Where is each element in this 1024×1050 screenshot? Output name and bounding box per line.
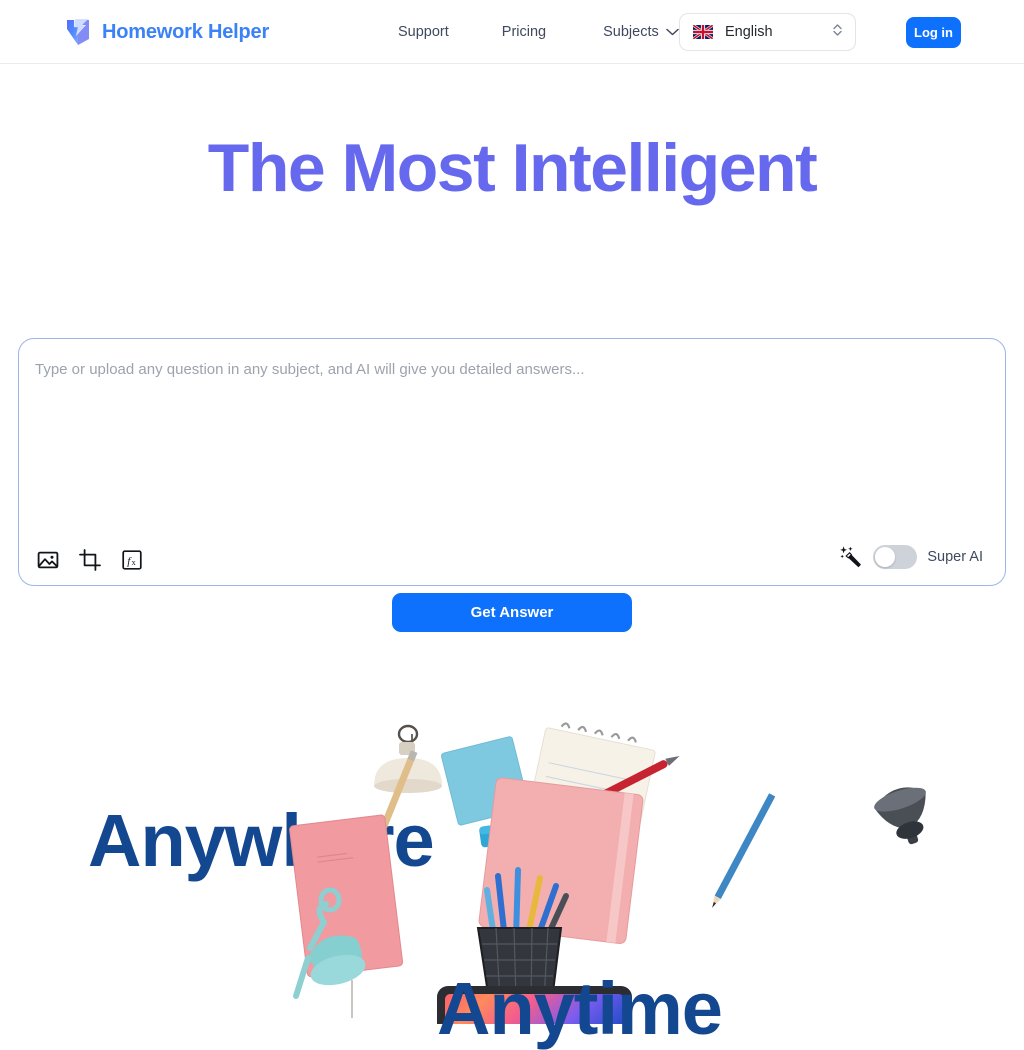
nav-item-label: Pricing bbox=[501, 24, 547, 40]
composer-toolbar: f x bbox=[37, 549, 143, 571]
nav-item-label: Subjects bbox=[603, 24, 659, 40]
super-ai-toggle[interactable] bbox=[873, 545, 918, 569]
logo-flag-icon bbox=[64, 16, 92, 48]
language-value: English bbox=[725, 24, 773, 40]
svg-text:x: x bbox=[132, 558, 136, 567]
chevron-down-icon bbox=[666, 24, 679, 40]
showcase-word-anytime: Anytime bbox=[437, 967, 723, 1050]
toggle-knob bbox=[875, 547, 896, 567]
nav-item-support[interactable]: Support bbox=[398, 24, 449, 40]
main-nav: Support Pricing Subjects bbox=[398, 0, 679, 64]
image-upload-icon[interactable] bbox=[37, 549, 59, 571]
nav-item-pricing[interactable]: Pricing bbox=[502, 24, 546, 40]
super-ai-label: Super AI bbox=[927, 549, 983, 565]
nav-item-subjects[interactable]: Subjects bbox=[603, 24, 679, 40]
formula-icon[interactable]: f x bbox=[121, 549, 143, 571]
blue-pencil bbox=[712, 793, 776, 908]
chevron-updown-icon bbox=[832, 22, 843, 43]
crop-icon[interactable] bbox=[79, 549, 101, 571]
get-answer-button[interactable]: Get Answer bbox=[392, 593, 632, 632]
page-title: The Most Intelligent bbox=[207, 130, 818, 206]
question-input-placeholder[interactable]: Type or upload any question in any subje… bbox=[35, 361, 585, 378]
black-clip-lamp bbox=[874, 787, 926, 845]
language-selector[interactable]: English bbox=[679, 13, 856, 51]
site-header: Homework Helper Support Pricing Subjects bbox=[0, 0, 1024, 64]
brand-logo-link[interactable]: Homework Helper bbox=[64, 0, 269, 64]
login-button[interactable]: Log in bbox=[906, 17, 961, 48]
brand-name: Homework Helper bbox=[102, 20, 270, 43]
question-composer[interactable]: Type or upload any question in any subje… bbox=[18, 338, 1006, 586]
magic-wand-icon[interactable] bbox=[839, 545, 863, 569]
uk-flag-icon bbox=[693, 25, 713, 39]
super-ai-control: Super AI bbox=[839, 545, 983, 569]
nav-item-label: Support bbox=[398, 24, 449, 40]
